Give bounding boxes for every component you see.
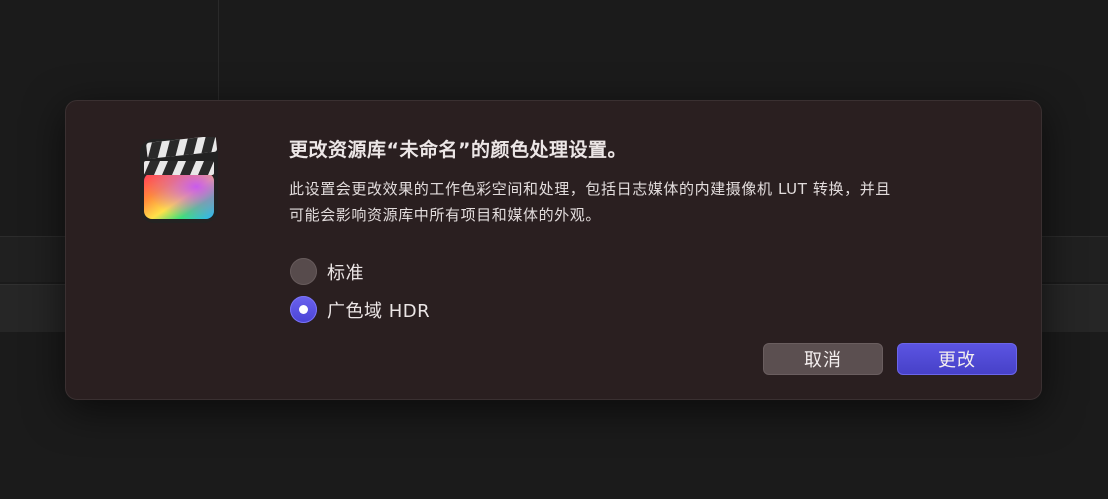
description-line: 可能会影响资源库中所有项目和媒体的外观。	[289, 206, 602, 224]
background-row	[1042, 236, 1108, 282]
radio-option-wide-gamut-hdr[interactable]: 广色域 HDR	[290, 296, 430, 323]
dialog-title: 更改资源库“未命名”的颜色处理设置。	[289, 139, 627, 161]
radio-selected-dot	[299, 305, 308, 314]
background-row	[0, 236, 66, 282]
background-row	[1042, 284, 1108, 332]
radio-button-standard[interactable]	[290, 258, 317, 285]
background-row	[0, 284, 66, 332]
dialog-description: 此设置会更改效果的工作色彩空间和处理，包括日志媒体的内建摄像机 LUT 转换，并…	[289, 176, 1019, 228]
final-cut-pro-clapperboard-icon	[140, 137, 218, 223]
radio-label-standard: 标准	[327, 262, 364, 284]
background-divider	[218, 0, 219, 100]
radio-option-standard[interactable]: 标准	[290, 258, 364, 285]
change-button[interactable]: 更改	[897, 343, 1017, 375]
cancel-button[interactable]: 取消	[763, 343, 883, 375]
radio-button-wide-gamut-hdr[interactable]	[290, 296, 317, 323]
description-line: 此设置会更改效果的工作色彩空间和处理，包括日志媒体的内建摄像机 LUT 转换，并…	[289, 180, 891, 198]
color-processing-dialog: 更改资源库“未命名”的颜色处理设置。 此设置会更改效果的工作色彩空间和处理，包括…	[65, 100, 1042, 400]
radio-label-wide-gamut-hdr: 广色域 HDR	[327, 300, 431, 322]
